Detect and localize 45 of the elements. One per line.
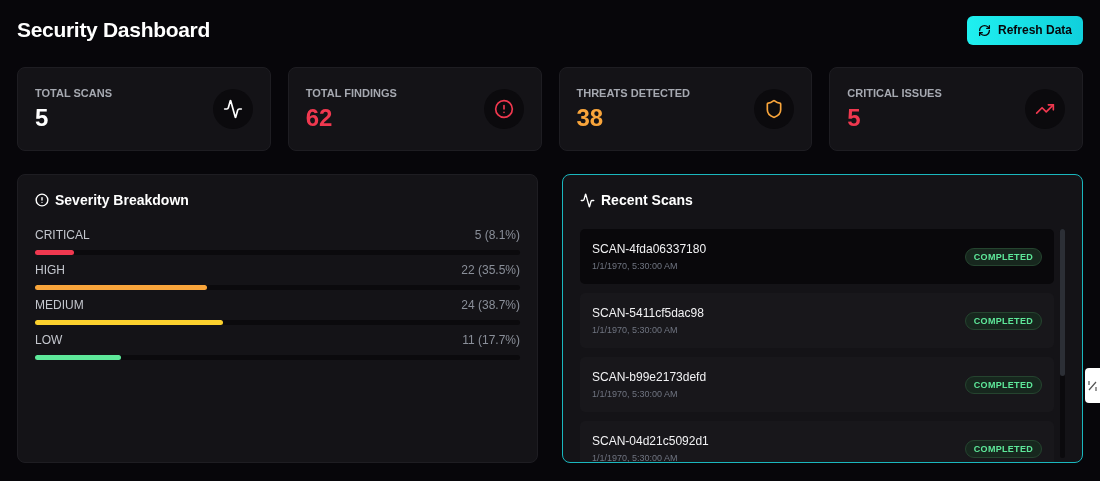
panel-title: Recent Scans <box>601 192 693 208</box>
scan-id: SCAN-04d21c5092d1 <box>592 434 709 448</box>
scan-row[interactable]: SCAN-5411cf5dac98 1/1/1970, 5:30:00 AM COMPLETED <box>580 293 1054 348</box>
refresh-button[interactable]: Refresh Data <box>966 15 1083 45</box>
scan-time: 1/1/1970, 5:30:00 AM <box>592 389 679 399</box>
severity-label: HIGH <box>35 263 65 277</box>
scrollbar[interactable] <box>1060 229 1065 458</box>
pulse-icon <box>222 99 243 119</box>
scan-id: SCAN-5411cf5dac98 <box>592 306 704 320</box>
severity-count: 22 (35.5%) <box>461 263 520 277</box>
severity-count: 11 (17.7%) <box>462 333 520 347</box>
scan-id: SCAN-b99e2173defd <box>592 370 707 384</box>
severity-count: 5 (8.1%) <box>474 228 520 242</box>
stat-label: THREATS DETECTED <box>576 86 690 99</box>
stat-value: 38 <box>576 103 605 132</box>
stat-label: CRITICAL ISSUES <box>847 86 942 99</box>
scrollbar-thumb[interactable] <box>1060 229 1065 376</box>
severity-label: MEDIUM <box>35 298 84 312</box>
panel-title: Severity Breakdown <box>55 192 189 208</box>
pulse-icon <box>580 192 595 208</box>
stat-label: TOTAL SCANS <box>35 86 112 99</box>
refresh-icon <box>977 23 991 37</box>
scan-id: SCAN-4fda06337180 <box>592 242 707 256</box>
scan-row[interactable]: SCAN-4fda06337180 1/1/1970, 5:30:00 AM COMPLETED <box>580 229 1054 284</box>
severity-count: 24 (38.7%) <box>461 298 520 312</box>
status-badge: COMPLETED <box>964 311 1042 330</box>
stat-value: 5 <box>847 103 862 132</box>
severity-label: CRITICAL <box>35 228 90 242</box>
side-tab[interactable] <box>1085 368 1100 403</box>
stat-value: 62 <box>305 103 334 132</box>
scan-time: 1/1/1970, 5:30:00 AM <box>592 261 679 271</box>
page-title: Security Dashboard <box>17 18 210 42</box>
scan-row[interactable]: SCAN-b99e2173defd 1/1/1970, 5:30:00 AM COMPLETED <box>580 357 1054 412</box>
stat-label: TOTAL FINDINGS <box>305 86 397 99</box>
alert-circle-icon <box>35 193 49 207</box>
severity-label: LOW <box>35 333 63 347</box>
scan-time: 1/1/1970, 5:30:00 AM <box>592 453 679 462</box>
status-badge: COMPLETED <box>964 247 1042 266</box>
alert-circle-icon <box>493 99 514 119</box>
scan-row[interactable]: SCAN-04d21c5092d1 1/1/1970, 5:30:00 AM COMPLETED <box>580 421 1054 462</box>
shield-icon <box>764 99 785 119</box>
status-badge: COMPLETED <box>964 375 1042 394</box>
status-badge: COMPLETED <box>964 439 1042 458</box>
scan-time: 1/1/1970, 5:30:00 AM <box>592 325 679 335</box>
stat-value: 5 <box>35 103 50 132</box>
